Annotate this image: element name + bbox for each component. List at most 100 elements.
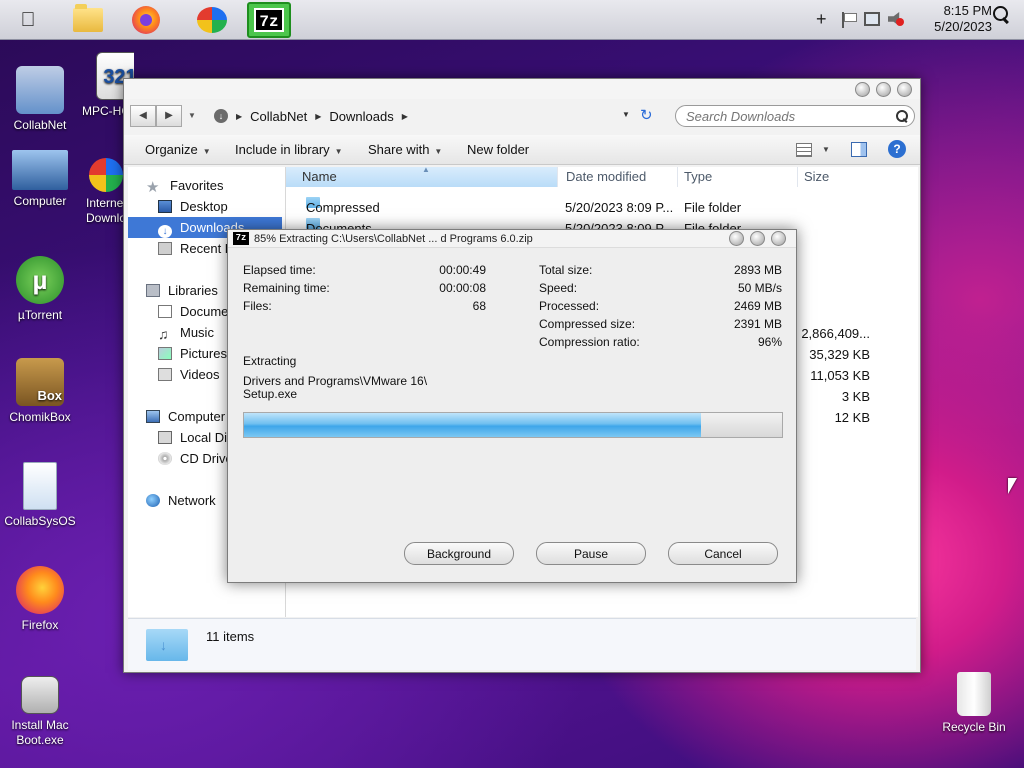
action-center-flag-icon[interactable] (842, 12, 857, 28)
breadcrumb-separator-icon[interactable]: ▶ (402, 112, 408, 121)
desktop-icon-utorrent[interactable]: µ µTorrent (0, 256, 80, 323)
breadcrumb-downloads[interactable]: Downloads (329, 109, 393, 124)
desktop-icon-recycle-bin[interactable]: Recycle Bin (934, 672, 1014, 735)
dialog-titlebar[interactable]: 7z 85% Extracting C:\Users\CollabNet ...… (228, 230, 796, 248)
help-icon[interactable]: ? (888, 140, 906, 158)
network-icon[interactable] (864, 12, 880, 26)
chevron-down-icon: ▼ (202, 147, 211, 156)
apple-menu-icon[interactable]:  (16, 8, 40, 32)
volume-muted-indicator-icon (896, 18, 904, 26)
minimize-button[interactable] (729, 231, 744, 246)
clock-time: 8:15 PM (943, 3, 992, 18)
total-size-label: Total size: (539, 263, 593, 277)
search-icon[interactable] (896, 110, 908, 122)
desktop-icon (158, 200, 172, 213)
add-icon[interactable]: + (816, 8, 827, 30)
idm-icon (89, 158, 123, 192)
file-name: Compressed (306, 200, 380, 215)
remaining-time-value: 00:00:08 (439, 281, 486, 295)
file-explorer-dock-icon[interactable] (66, 2, 110, 38)
new-folder-button[interactable]: New folder (467, 142, 529, 157)
extract-progress-dialog: 7z 85% Extracting C:\Users\CollabNet ...… (227, 229, 797, 583)
computer-monitor-icon (12, 150, 68, 190)
search-downloads-input[interactable] (686, 106, 886, 126)
sevenzip-dock-icon[interactable]: 7z (247, 2, 291, 38)
share-with-menu[interactable]: Share with ▼ (368, 142, 442, 157)
address-row: ◀ ▶ ▼ ↓ ▶ CollabNet ▶ Downloads ▶ ▼ ↻ (124, 101, 920, 131)
documents-icon (158, 305, 172, 318)
libraries-icon (146, 284, 160, 297)
firefox-dock-icon[interactable] (124, 2, 168, 38)
total-size-value: 2893 MB (733, 263, 782, 277)
explorer-titlebar[interactable] (124, 79, 920, 99)
background-button[interactable]: Background (404, 542, 514, 565)
download-icon: ↓ (158, 225, 172, 238)
recycle-bin-icon (957, 672, 991, 716)
pictures-icon (158, 347, 172, 360)
document-stack-icon (23, 462, 57, 510)
hard-disk-icon (158, 431, 172, 444)
operation-label: Extracting (243, 354, 297, 368)
chevron-down-icon: ▼ (434, 147, 443, 156)
file-row[interactable]: Compressed 5/20/2023 8:09 P... File fold… (286, 197, 918, 218)
desktop-icon-firefox[interactable]: Firefox (0, 566, 80, 633)
maximize-button[interactable] (750, 231, 765, 246)
compressed-size-label: Compressed size: (539, 317, 636, 331)
downloads-folder-icon (146, 629, 188, 661)
cancel-button[interactable]: Cancel (668, 542, 778, 565)
maximize-button[interactable] (876, 82, 891, 97)
include-in-library-menu[interactable]: Include in library ▼ (235, 142, 343, 157)
files-label: Files: (243, 299, 272, 313)
recent-pages-dropdown-icon[interactable]: ▼ (188, 111, 196, 120)
column-header-name[interactable]: Name ▲ (286, 165, 558, 187)
breadcrumb-collabnet[interactable]: CollabNet (250, 109, 307, 124)
downloads-location-icon: ↓ (214, 109, 228, 123)
speed-label: Speed: (539, 281, 578, 295)
column-header-date-modified[interactable]: Date modified (558, 167, 678, 187)
organize-menu[interactable]: Organize ▼ (145, 142, 211, 157)
desktop-icon-collabnet[interactable]: CollabNet (0, 66, 80, 133)
close-button[interactable] (897, 82, 912, 97)
forward-button[interactable]: ▶ (156, 105, 182, 127)
address-bar[interactable]: ↓ ▶ CollabNet ▶ Downloads ▶ (210, 105, 654, 127)
desktop-icon-install-mac-boot[interactable]: Install Mac Boot.exe (0, 676, 80, 748)
cd-drive-icon (158, 452, 172, 465)
breadcrumb-separator-icon[interactable]: ▶ (315, 112, 321, 121)
refresh-icon[interactable]: ↻ (640, 106, 653, 124)
compressed-size-value: 2391 MB (733, 317, 782, 331)
nav-desktop[interactable]: Desktop (128, 196, 286, 217)
search-downloads-field[interactable] (675, 105, 915, 127)
music-note-icon: ♫ (158, 326, 169, 342)
address-history-dropdown-icon[interactable]: ▼ (622, 110, 630, 119)
back-button[interactable]: ◀ (130, 105, 156, 127)
chomikbox-icon: Box (16, 358, 64, 406)
system-clock[interactable]: 8:15 PM 5/20/2023 (916, 3, 992, 35)
breadcrumb-separator-icon[interactable]: ▶ (236, 112, 242, 121)
close-button[interactable] (771, 231, 786, 246)
idm-dock-icon[interactable] (190, 2, 234, 38)
desktop-icon-chomikbox[interactable]: Box ChomikBox (0, 358, 80, 425)
speed-value: 50 MB/s (737, 281, 782, 295)
desktop-icon-idm[interactable]: Internet Download (86, 158, 126, 226)
file-date: 5/20/2023 8:09 P... (565, 200, 674, 215)
dialog-title: 85% Extracting C:\Users\CollabNet ... d … (254, 233, 533, 245)
column-header-type[interactable]: Type (678, 167, 798, 187)
elapsed-time-label: Elapsed time: (243, 263, 316, 277)
details-pane: 11 items (128, 618, 916, 670)
column-header-size[interactable]: Size (798, 167, 918, 187)
chevron-down-icon: ▼ (334, 147, 343, 156)
change-view-icon[interactable] (796, 143, 812, 157)
preview-pane-icon[interactable] (851, 142, 867, 157)
spotlight-search-icon[interactable] (993, 6, 1011, 24)
command-toolbar: Organize ▼ Include in library ▼ Share with… (124, 135, 920, 165)
desktop-icon-computer[interactable]: Computer (0, 150, 80, 209)
desktop-icon-collabsysos[interactable]: CollabSysOS (0, 462, 80, 529)
view-options-dropdown-icon[interactable]: ▼ (822, 145, 830, 154)
nav-favorites[interactable]: ★ Favorites (128, 175, 286, 196)
file-type: File folder (684, 200, 742, 215)
explorer-window-controls (855, 82, 912, 97)
pause-button[interactable]: Pause (536, 542, 646, 565)
minimize-button[interactable] (855, 82, 870, 97)
sort-ascending-icon: ▲ (422, 165, 430, 174)
remaining-time-label: Remaining time: (243, 281, 330, 295)
